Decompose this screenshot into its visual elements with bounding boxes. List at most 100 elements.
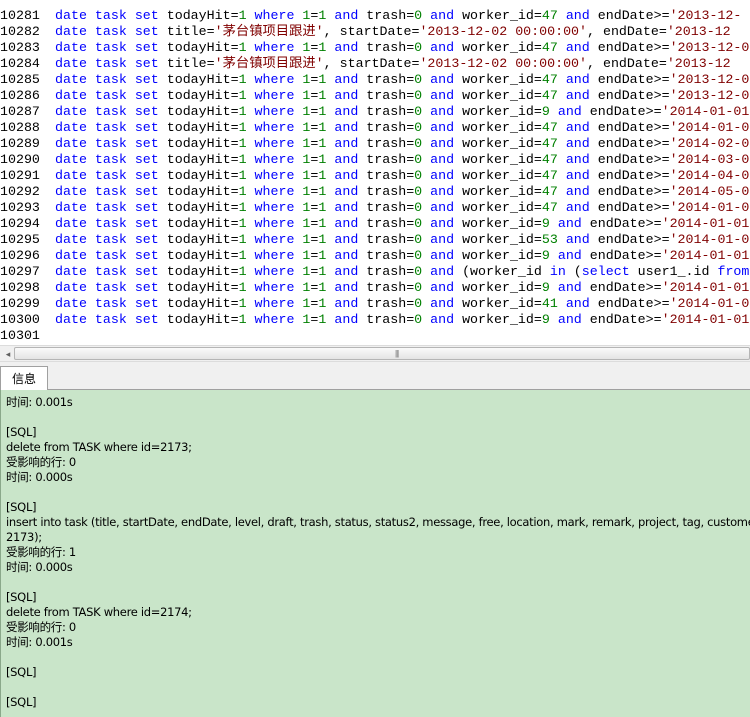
tab-info[interactable]: 信息 bbox=[0, 366, 48, 391]
sql-keyword: and bbox=[430, 168, 455, 183]
code-line[interactable]: 10289 date task set todayHit=1 where 1=1 … bbox=[0, 136, 750, 152]
code-line[interactable]: 10292 date task set todayHit=1 where 1=1 … bbox=[0, 184, 750, 200]
code-line[interactable]: 10296 date task set todayHit=1 where 1=1 … bbox=[0, 248, 750, 264]
code-line[interactable]: 10290 date task set todayHit=1 where 1=1 … bbox=[0, 152, 750, 168]
code-line[interactable]: 10295 date task set todayHit=1 where 1=1 … bbox=[0, 232, 750, 248]
sql-text: worker_id= bbox=[454, 72, 542, 87]
sql-text: trash= bbox=[358, 8, 415, 23]
code-line[interactable]: 10291 date task set todayHit=1 where 1=1 … bbox=[0, 168, 750, 184]
sql-text: trash= bbox=[358, 280, 415, 295]
sql-string: '2014-01-0 bbox=[669, 120, 750, 135]
sql-number: 1 bbox=[238, 200, 247, 215]
sql-keyword: and bbox=[557, 104, 582, 119]
log-line: [SQL] bbox=[6, 590, 37, 604]
code-line[interactable]: 10293 date task set todayHit=1 where 1=1 … bbox=[0, 200, 750, 216]
sql-keyword: date bbox=[55, 232, 87, 247]
sql-keyword: and bbox=[565, 152, 590, 167]
sql-string: '2013-12 bbox=[666, 56, 731, 71]
sql-keyword: task bbox=[94, 8, 127, 23]
log-line: [SQL] bbox=[6, 665, 37, 679]
scroll-left-arrow-icon[interactable]: ◂ bbox=[3, 347, 13, 361]
horizontal-scrollbar[interactable]: ◂ ||| bbox=[0, 345, 750, 362]
sql-keyword: set bbox=[134, 56, 159, 71]
sql-keyword: and bbox=[430, 120, 455, 135]
code-text: date task set todayHit=1 where 1=1 and t… bbox=[55, 104, 749, 120]
sql-number: 1 bbox=[238, 40, 247, 55]
code-line[interactable]: 10287 date task set todayHit=1 where 1=1 … bbox=[0, 104, 750, 120]
sql-keyword: set bbox=[134, 24, 159, 39]
sql-keyword: where bbox=[254, 248, 295, 263]
code-line[interactable]: 10299 date task set todayHit=1 where 1=1 … bbox=[0, 296, 750, 312]
sql-text: todayHit= bbox=[158, 72, 239, 87]
sql-text: endDate>= bbox=[589, 136, 670, 151]
sql-string: '2014-01-01 bbox=[661, 248, 750, 263]
sql-keyword: and bbox=[565, 184, 590, 199]
sql-text: , endDate= bbox=[587, 24, 667, 39]
sql-text: trash= bbox=[358, 88, 415, 103]
log-line: 受影响的行: 1 bbox=[6, 545, 76, 559]
line-number: 10288 bbox=[0, 120, 40, 135]
code-text: date task set todayHit=1 where 1=1 and t… bbox=[55, 120, 749, 136]
code-line[interactable]: 10286 date task set todayHit=1 where 1=1 … bbox=[0, 88, 750, 104]
sql-number: 0 bbox=[414, 152, 423, 167]
sql-keyword: in bbox=[549, 264, 566, 279]
sql-number: 41 bbox=[541, 296, 558, 311]
sql-number: 0 bbox=[414, 72, 423, 87]
sql-keyword: task bbox=[94, 312, 127, 327]
code-line[interactable]: 10284 date task set title='茅台镇项目跟进', star… bbox=[0, 56, 750, 72]
code-line[interactable]: 10298 date task set todayHit=1 where 1=1 … bbox=[0, 280, 750, 296]
code-line[interactable]: 10288 date task set todayHit=1 where 1=1 … bbox=[0, 120, 750, 136]
sql-keyword: set bbox=[134, 152, 159, 167]
sql-keyword: where bbox=[254, 72, 295, 87]
line-number: 10283 bbox=[0, 40, 40, 55]
code-line[interactable]: 10294 date task set todayHit=1 where 1=1 … bbox=[0, 216, 750, 232]
sql-text: endDate>= bbox=[589, 184, 670, 199]
results-tab-bar: 信息 bbox=[0, 362, 750, 391]
sql-text: todayHit= bbox=[158, 120, 239, 135]
sql-keyword: date bbox=[55, 104, 87, 119]
sql-keyword: date bbox=[55, 216, 87, 231]
sql-number: 53 bbox=[541, 232, 558, 247]
sql-text: title= bbox=[158, 24, 215, 39]
code-line[interactable]: 10300 date task set todayHit=1 where 1=1 … bbox=[0, 312, 750, 328]
sql-text: worker_id= bbox=[454, 88, 542, 103]
sql-number: 1 bbox=[238, 168, 247, 183]
sql-string: '2014-01-0 bbox=[669, 200, 750, 215]
sql-keyword: and bbox=[557, 280, 582, 295]
sql-text: trash= bbox=[358, 40, 415, 55]
scroll-thumb[interactable]: ||| bbox=[14, 347, 750, 360]
code-line[interactable]: 10281 date task set todayHit=1 where 1=1 … bbox=[0, 8, 750, 24]
code-line[interactable]: 10283 date task set todayHit=1 where 1=1 … bbox=[0, 40, 750, 56]
sql-keyword: and bbox=[430, 40, 455, 55]
sql-number: 0 bbox=[414, 200, 423, 215]
info-message-panel[interactable]: 时间: 0.001s [SQL] delete from TASK where id… bbox=[0, 390, 750, 717]
code-line[interactable]: 10297 date task set todayHit=1 where 1=1 … bbox=[0, 264, 750, 280]
sql-number: 47 bbox=[541, 136, 558, 151]
code-line[interactable]: 10301 bbox=[0, 328, 750, 344]
sql-keyword: set bbox=[134, 296, 159, 311]
sql-keyword: where bbox=[254, 136, 295, 151]
code-line[interactable]: 10285 date task set todayHit=1 where 1=1 … bbox=[0, 72, 750, 88]
line-number: 10295 bbox=[0, 232, 40, 247]
sql-text: worker_id= bbox=[454, 280, 542, 295]
sql-string: '2014-01-01 bbox=[661, 280, 750, 295]
sql-keyword: set bbox=[134, 120, 159, 135]
code-line[interactable]: 10282 date task set title='茅台镇项目跟进', star… bbox=[0, 24, 750, 40]
sql-editor[interactable]: 10281 date task set todayHit=1 where 1=1 … bbox=[0, 0, 750, 345]
